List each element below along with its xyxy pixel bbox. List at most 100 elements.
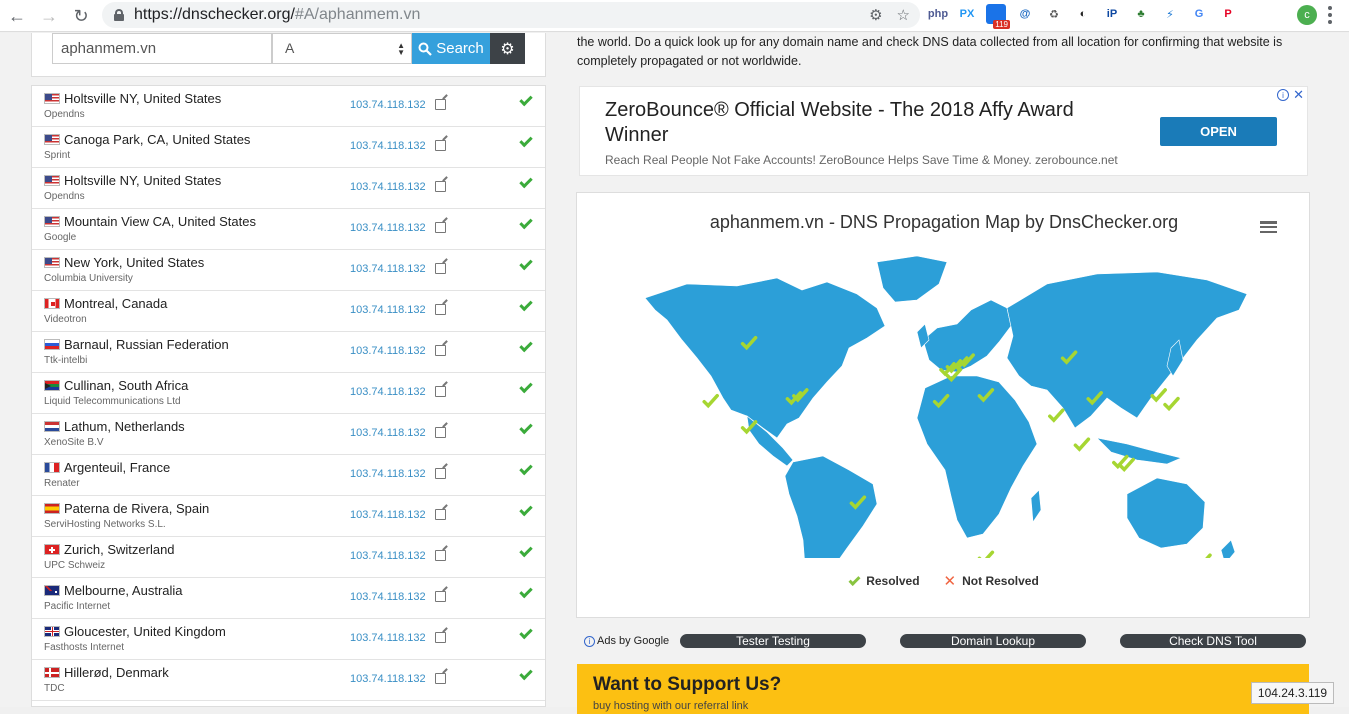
back-button[interactable]: ←: [2, 1, 32, 31]
result-ip[interactable]: 103.74.118.132: [350, 345, 426, 357]
map-menu-icon[interactable]: [1260, 221, 1277, 233]
result-ip[interactable]: 103.74.118.132: [350, 550, 426, 562]
external-link-icon[interactable]: [435, 99, 446, 110]
extension-icon[interactable]: ⚡: [1160, 4, 1180, 24]
ads-by-google[interactable]: i Ads by Google: [584, 635, 669, 647]
reload-button[interactable]: ↻: [66, 1, 96, 31]
result-ip[interactable]: 103.74.118.132: [350, 509, 426, 521]
ad-info-icon[interactable]: i: [1277, 89, 1289, 101]
result-isp: Renater: [44, 478, 80, 489]
result-ip[interactable]: 103.74.118.132: [350, 591, 426, 603]
flag-au-icon: [44, 585, 60, 596]
extension-icon[interactable]: iP: [1102, 4, 1122, 24]
extensions-bar: php PX 119 @ ♻ ◐ iP ♣ ⚡ G P: [928, 4, 1238, 29]
support-title: Want to Support Us?: [593, 674, 782, 695]
extension-icon[interactable]: P: [1218, 4, 1238, 24]
result-isp: Opendns: [44, 109, 85, 120]
extension-icon[interactable]: G: [1189, 4, 1209, 24]
extension-icon[interactable]: @: [1015, 4, 1035, 24]
check-icon: [519, 174, 533, 189]
ad-title[interactable]: ZeroBounce® Official Website - The 2018 …: [605, 98, 1135, 148]
ad-close-icon[interactable]: ✕: [1293, 87, 1304, 103]
browser-menu-icon[interactable]: [1328, 6, 1332, 24]
link-check-dns-tool[interactable]: Check DNS Tool: [1120, 634, 1306, 648]
extension-icon[interactable]: ♣: [1131, 4, 1151, 24]
resolved-marker-icon[interactable]: [1073, 437, 1091, 452]
result-location: Cullinan, South Africa: [64, 378, 189, 393]
external-link-icon[interactable]: [435, 181, 446, 192]
result-ip[interactable]: 103.74.118.132: [350, 222, 426, 234]
support-subtitle[interactable]: buy hosting with our referral link: [593, 700, 748, 712]
forward-button[interactable]: →: [34, 1, 64, 31]
result-ip[interactable]: 103.74.118.132: [350, 263, 426, 275]
result-ip[interactable]: 103.74.118.132: [350, 427, 426, 439]
external-link-icon[interactable]: [435, 140, 446, 151]
external-link-icon[interactable]: [435, 468, 446, 479]
resolved-marker-icon[interactable]: [702, 393, 719, 409]
resolved-marker-icon[interactable]: [1048, 408, 1065, 423]
select-arrows-icon: ▲ ▼: [397, 41, 405, 57]
check-icon: [519, 625, 533, 640]
record-type-select[interactable]: A ▲ ▼: [272, 33, 412, 64]
result-ip[interactable]: 103.74.118.132: [350, 468, 426, 480]
result-ip[interactable]: 103.74.118.132: [350, 99, 426, 111]
ad-banner[interactable]: ZeroBounce® Official Website - The 2018 …: [579, 86, 1308, 176]
flag-za-icon: [44, 380, 60, 391]
external-link-icon[interactable]: [435, 427, 446, 438]
result-ip[interactable]: 103.74.118.132: [350, 632, 426, 644]
site-settings-icon[interactable]: ⚙: [869, 6, 882, 24]
result-ip[interactable]: 103.74.118.132: [350, 304, 426, 316]
result-location: Holtsville NY, United States: [64, 91, 222, 106]
gears-icon: ⚙: [500, 40, 515, 58]
result-location: Hillerød, Denmark: [64, 665, 169, 680]
result-isp: Google: [44, 232, 77, 243]
link-tester-testing[interactable]: Tester Testing: [680, 634, 866, 648]
extension-icon[interactable]: PX: [957, 4, 977, 24]
domain-input[interactable]: [52, 33, 272, 64]
extension-icon[interactable]: ♻: [1044, 4, 1064, 24]
result-row: Argenteuil, France Renater 103.74.118.132: [32, 455, 545, 496]
link-domain-lookup[interactable]: Domain Lookup: [900, 634, 1086, 648]
external-link-icon[interactable]: [435, 591, 446, 602]
resolved-marker-icon[interactable]: [977, 550, 995, 558]
external-link-icon[interactable]: [435, 345, 446, 356]
result-isp: Opendns: [44, 191, 85, 202]
result-ip[interactable]: 103.74.118.132: [350, 181, 426, 193]
external-link-icon[interactable]: [435, 222, 446, 233]
record-type-value: A: [285, 40, 295, 56]
extension-icon[interactable]: ◐: [1073, 4, 1093, 24]
external-link-icon[interactable]: [435, 673, 446, 684]
legend-not-resolved: ✕ Not Resolved: [944, 572, 1039, 590]
result-location: Zurich, Switzerland: [64, 542, 175, 557]
map-legend: Resolved ✕ Not Resolved: [577, 572, 1311, 590]
check-icon: [519, 666, 533, 681]
result-location: Canoga Park, CA, United States: [64, 132, 251, 147]
result-ip[interactable]: 103.74.118.132: [350, 386, 426, 398]
external-link-icon[interactable]: [435, 386, 446, 397]
result-isp: Pacific Internet: [44, 601, 111, 612]
external-link-icon[interactable]: [435, 550, 446, 561]
legend-resolved: Resolved: [848, 572, 920, 590]
browser-toolbar: ← → ↻ https://dnschecker.org/#A/aphanmem…: [0, 0, 1349, 32]
resolved-marker-icon[interactable]: [1163, 396, 1180, 412]
external-link-icon[interactable]: [435, 509, 446, 520]
extension-icon[interactable]: 119: [986, 4, 1010, 29]
url-path: #A/aphanmem.vn: [294, 6, 421, 23]
result-location: Melbourne, Australia: [64, 583, 183, 598]
external-link-icon[interactable]: [435, 632, 446, 643]
search-button[interactable]: Search: [412, 33, 490, 64]
bookmark-star-icon[interactable]: ☆: [897, 6, 910, 24]
resolved-marker-icon[interactable]: [1197, 553, 1212, 558]
check-icon: [519, 215, 533, 230]
external-link-icon[interactable]: [435, 263, 446, 274]
external-link-icon[interactable]: [435, 304, 446, 315]
settings-button[interactable]: ⚙: [490, 33, 525, 64]
result-row: Gloucester, United Kingdom Fasthosts Inte…: [32, 619, 545, 660]
address-bar[interactable]: https://dnschecker.org/#A/aphanmem.vn ⚙ …: [102, 2, 920, 28]
result-location: Mountain View CA, United States: [64, 214, 256, 229]
extension-icon[interactable]: php: [928, 4, 948, 24]
profile-avatar[interactable]: c: [1297, 5, 1317, 25]
result-ip[interactable]: 103.74.118.132: [350, 673, 426, 685]
result-ip[interactable]: 103.74.118.132: [350, 140, 426, 152]
ad-open-button[interactable]: OPEN: [1160, 117, 1277, 146]
